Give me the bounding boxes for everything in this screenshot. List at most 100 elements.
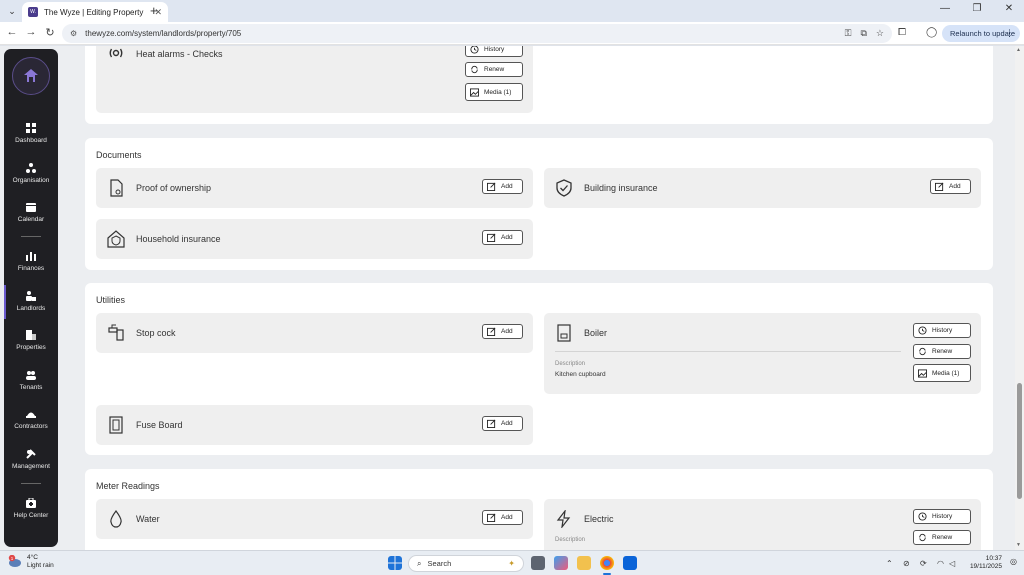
scroll-down-icon[interactable]: ▼ (1016, 542, 1021, 548)
clock-date: 19/11/2025 (969, 563, 1002, 570)
lightning-icon (556, 510, 571, 528)
history-label: History (932, 327, 953, 334)
renew-button[interactable]: Renew (913, 530, 971, 545)
sidebar-item-management[interactable]: Management (4, 449, 58, 483)
history-button[interactable]: History (465, 46, 523, 57)
sidebar-separator (21, 236, 41, 237)
card-electric: Electric Description History Renew (544, 499, 981, 550)
weather-widget[interactable]: 1 4°C Light rain (8, 554, 54, 570)
menu-dots-icon[interactable]: ⋮ (1005, 28, 1014, 39)
card-boiler: Boiler Description Kitchen cupboard Hist… (544, 313, 981, 394)
sidebar: Dashboard Organisation Calendar Finances… (4, 49, 58, 547)
volume-icon[interactable]: ◁ (949, 559, 955, 568)
notifications-icon[interactable]: ◎ (1010, 557, 1017, 566)
add-button[interactable]: Add (930, 179, 971, 194)
media-label: Media (1) (932, 369, 960, 377)
alarm-icon (109, 48, 123, 58)
site-info-icon[interactable]: ⚙ (70, 29, 77, 38)
favicon: W. (28, 7, 38, 17)
edit-icon (487, 327, 496, 336)
sidebar-item-finances[interactable]: Finances (4, 251, 58, 285)
tray-network-off-icon[interactable]: ⊘ (903, 559, 910, 568)
tray-sync-icon[interactable]: ⟳ (920, 559, 927, 568)
landlords-icon (26, 291, 36, 301)
renew-icon (919, 347, 926, 356)
browser-toolbar: ← → ↻ ⚙ thewyze.com/system/landlords/pro… (0, 22, 1024, 45)
tray-expand-icon[interactable]: ⌃ (886, 559, 893, 568)
add-label: Add (949, 183, 961, 190)
weather-desc: Light rain (27, 562, 54, 569)
tab-title: The Wyze | Editing Property (44, 7, 144, 17)
sidebar-item-organisation[interactable]: Organisation (4, 163, 58, 197)
add-button[interactable]: Add (482, 324, 523, 339)
renew-icon (919, 533, 926, 542)
add-label: Add (501, 183, 513, 190)
card-label: Water (136, 514, 160, 524)
scrollbar-thumb[interactable] (1017, 383, 1022, 499)
home-shield-icon (107, 230, 125, 248)
taskbar-clock[interactable]: 10:37 19/11/2025 (966, 555, 1002, 571)
windows-start-icon[interactable] (388, 556, 402, 570)
back-icon[interactable]: ← (5, 26, 19, 38)
history-button[interactable]: History (913, 509, 971, 524)
card-label: Proof of ownership (136, 183, 212, 193)
app-logo[interactable] (12, 57, 50, 95)
sidebar-item-label: Organisation (12, 177, 50, 184)
media-button[interactable]: Media (1) (913, 364, 971, 382)
sidebar-item-dashboard[interactable]: Dashboard (4, 123, 58, 157)
renew-label: Renew (484, 66, 505, 73)
browser-tab[interactable]: W. The Wyze | Editing Property ✕ (22, 2, 168, 22)
forward-icon[interactable]: → (24, 26, 38, 38)
weather-cloud-icon: 1 (8, 555, 21, 567)
profile-icon[interactable]: ◯ (926, 27, 937, 38)
media-button[interactable]: Media (1) (465, 83, 523, 101)
sidebar-item-properties[interactable]: Properties (4, 330, 58, 364)
copilot-icon[interactable] (554, 556, 568, 570)
reload-icon[interactable]: ↻ (43, 26, 57, 39)
bookmark-star-icon[interactable]: ☆ (876, 28, 884, 39)
renew-button[interactable]: Renew (913, 344, 971, 359)
sidebar-item-contractors[interactable]: Contractors (4, 409, 58, 443)
sidebar-item-tenants[interactable]: Tenants (4, 370, 58, 404)
add-button[interactable]: Add (482, 230, 523, 245)
window-close-icon[interactable]: ✕ (994, 3, 1024, 14)
minimize-icon[interactable]: — (930, 3, 960, 14)
add-button[interactable]: Add (482, 179, 523, 194)
password-key-icon[interactable]: ⚿ (845, 28, 852, 39)
sidebar-item-help-center[interactable]: Help Center (4, 498, 58, 532)
new-tab-button[interactable]: + (150, 3, 158, 19)
add-button[interactable]: Add (482, 510, 523, 525)
add-label: Add (501, 234, 513, 241)
sidebar-separator (21, 483, 41, 484)
renew-button[interactable]: Renew (465, 62, 523, 77)
page-scrollbar[interactable]: ▲ ▼ (1015, 46, 1024, 550)
card-heat-alarms: Heat alarms - Checks History Renew Media… (96, 46, 533, 113)
file-explorer-icon[interactable] (577, 556, 591, 570)
sidebar-item-landlords[interactable]: Landlords (4, 285, 58, 325)
dropbox-icon[interactable] (623, 556, 637, 570)
edit-icon (935, 182, 944, 191)
wifi-icon[interactable]: ◠ (937, 559, 944, 568)
card-building-insurance: Building insurance Add (544, 168, 981, 208)
image-icon (470, 87, 479, 97)
relaunch-button[interactable]: Relaunch to update ⋮ (942, 25, 1020, 42)
tab-list-button[interactable]: ⌄ (4, 3, 20, 19)
sidebar-item-calendar[interactable]: Calendar (4, 202, 58, 236)
taskbar-search[interactable]: ⌕ Search ✦ (408, 555, 524, 572)
sidebar-item-label: Dashboard (15, 137, 47, 144)
help-center-icon (26, 498, 36, 508)
address-bar[interactable]: ⚙ thewyze.com/system/landlords/property/… (62, 24, 892, 43)
chrome-icon[interactable] (600, 556, 614, 570)
install-app-icon[interactable]: ⧉ (860, 28, 866, 39)
extensions-icon[interactable]: ⧠ (898, 27, 906, 38)
add-label: Add (501, 514, 513, 521)
add-button[interactable]: Add (482, 416, 523, 431)
task-view-icon[interactable] (531, 556, 545, 570)
history-button[interactable]: History (913, 323, 971, 338)
scroll-up-icon[interactable]: ▲ (1016, 47, 1021, 53)
section-title: Documents (96, 150, 142, 160)
add-label: Add (501, 420, 513, 427)
restore-icon[interactable]: ❐ (962, 3, 992, 14)
section-safety: Heat alarms - Checks History Renew Media… (85, 46, 993, 124)
shield-check-icon (556, 179, 572, 197)
